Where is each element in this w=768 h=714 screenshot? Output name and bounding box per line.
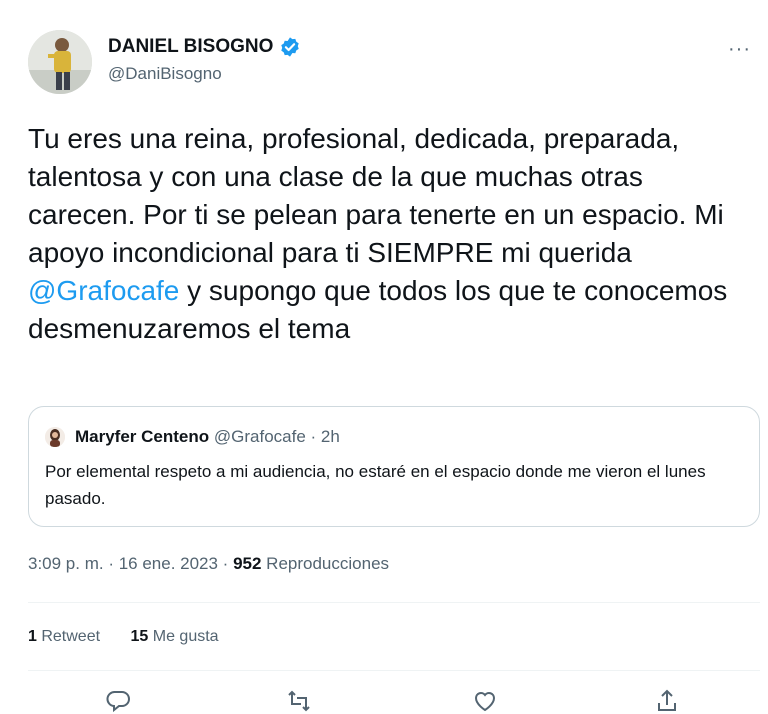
author-name[interactable]: DANIEL BISOGNO [108, 36, 273, 58]
like-icon[interactable] [472, 688, 498, 714]
avatar-image [28, 30, 92, 94]
retweet-icon[interactable] [286, 688, 312, 714]
author-avatar[interactable] [28, 30, 92, 94]
author-handle[interactable]: @DaniBisogno [108, 64, 222, 84]
quoted-handle-time: @Grafocafe · 2h [213, 427, 340, 446]
quoted-text: Por elemental respeto a mi audiencia, no… [45, 462, 706, 508]
tweet-card: DANIEL BISOGNO @DaniBisogno ··· Tu eres … [0, 0, 768, 713]
more-options-button[interactable]: ··· [728, 38, 751, 61]
retweets-label: Retweet [36, 628, 101, 645]
reply-icon[interactable] [106, 688, 132, 714]
tweet-text: Tu eres una reina, profesional, dedicada… [28, 120, 748, 348]
verified-badge-icon [281, 37, 300, 57]
quoted-header: Maryfer Centeno @Grafocafe · 2h [75, 427, 340, 447]
likes-label: Me gusta [148, 628, 219, 645]
views-label: Reproducciones [261, 554, 390, 573]
tweet-meta: 3:09 p. m. · 16 ene. 2023 · 952 Reproduc… [28, 554, 389, 574]
retweets-count: 1 [28, 628, 37, 645]
divider [28, 670, 760, 671]
tweet-timestamp[interactable]: 3:09 p. m. · 16 ene. 2023 · [28, 554, 233, 573]
likes-count: 15 [130, 628, 149, 645]
likes-stat[interactable]: 15 Me gusta [131, 628, 219, 645]
quoted-tweet[interactable]: Maryfer Centeno @Grafocafe · 2h Por elem… [28, 406, 760, 527]
tweet-text-part: Tu eres una reina, profesional, dedicada… [28, 123, 724, 268]
share-icon[interactable] [654, 688, 680, 714]
quoted-author-name[interactable]: Maryfer Centeno [75, 427, 209, 446]
divider [28, 602, 760, 603]
engagement-stats: 1 Retweet 15 Me gusta [28, 628, 245, 646]
retweets-stat[interactable]: 1 Retweet [28, 628, 100, 645]
quoted-avatar-image [45, 427, 65, 447]
author-name-row[interactable]: DANIEL BISOGNO [108, 36, 301, 58]
views-count: 952 [233, 554, 262, 573]
mention-link[interactable]: @Grafocafe [28, 275, 179, 306]
quoted-author-avatar[interactable] [45, 427, 65, 447]
